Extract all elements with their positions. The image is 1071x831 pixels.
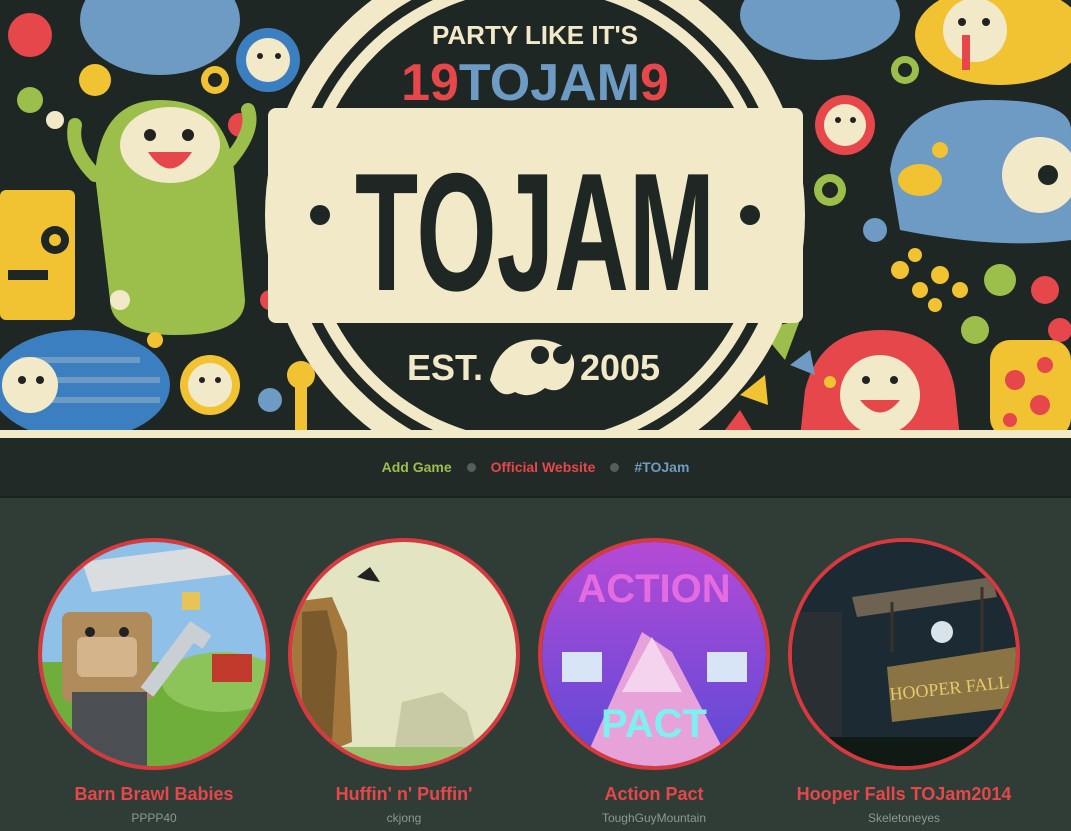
official-website-link[interactable]: Official Website [491,459,596,475]
add-game-link[interactable]: Add Game [382,459,452,475]
game-author[interactable]: ckjong [279,811,529,825]
games-grid: Barn Brawl Babies PPPP40 Huffin' n' Puff… [0,498,1071,831]
game-thumbnail[interactable] [38,538,270,770]
game-card[interactable]: Barn Brawl Babies PPPP40 [29,538,279,825]
game-title[interactable]: Action Pact [529,784,779,805]
game-card[interactable]: ACTION PACT Action Pact ToughGuyMountain [529,538,779,825]
action-pact-thumb-top-text: ACTION [577,567,730,611]
game-author[interactable]: Skeletoneyes [779,811,1029,825]
huffin-puffin-thumbnail-art [292,542,516,766]
year-left: 19 [401,54,459,112]
nav-separator-dot [610,462,620,472]
nav-separator-dot [466,462,476,472]
tojam-logo-text: TOJAM [355,138,715,326]
game-thumbnail[interactable] [288,538,520,770]
action-pact-thumb-bottom-text: PACT [601,702,707,746]
game-title[interactable]: Huffin' n' Puffin' [279,784,529,805]
hooper-falls-thumbnail-art: HOOPER FALL [792,542,1016,766]
est-label: EST. [407,347,483,388]
banner-tagline: PARTY LIKE IT'S [432,20,638,50]
game-card[interactable]: HOOPER FALL Hooper Falls TOJam2014 Skele… [779,538,1029,825]
year-mid: TOJAM [459,54,640,112]
game-title[interactable]: Hooper Falls TOJam2014 [779,784,1029,805]
tojam-banner-art: PARTY LIKE IT'S 19TOJAM9 TOJAM EST. 2005 [0,0,1071,438]
game-thumbnail[interactable]: HOOPER FALL [788,538,1020,770]
jam-nav-bar: Add Game Official Website #TOJam [0,438,1071,498]
barn-brawl-thumbnail-art [42,542,266,766]
tojam-badge: PARTY LIKE IT'S 19TOJAM9 TOJAM EST. 2005 [265,0,805,438]
est-year: 2005 [580,347,660,388]
event-banner: PARTY LIKE IT'S 19TOJAM9 TOJAM EST. 2005 [0,0,1071,438]
game-thumbnail[interactable]: ACTION PACT [538,538,770,770]
game-title[interactable]: Barn Brawl Babies [29,784,279,805]
action-pact-thumbnail-art: ACTION PACT [542,542,766,766]
banner-year-line: 19TOJAM9 [401,54,669,112]
game-author[interactable]: PPPP40 [29,811,279,825]
tojam-hashtag-link[interactable]: #TOJam [634,459,689,475]
year-right: 9 [640,54,669,112]
game-card[interactable]: Huffin' n' Puffin' ckjong [279,538,529,825]
game-author[interactable]: ToughGuyMountain [529,811,779,825]
